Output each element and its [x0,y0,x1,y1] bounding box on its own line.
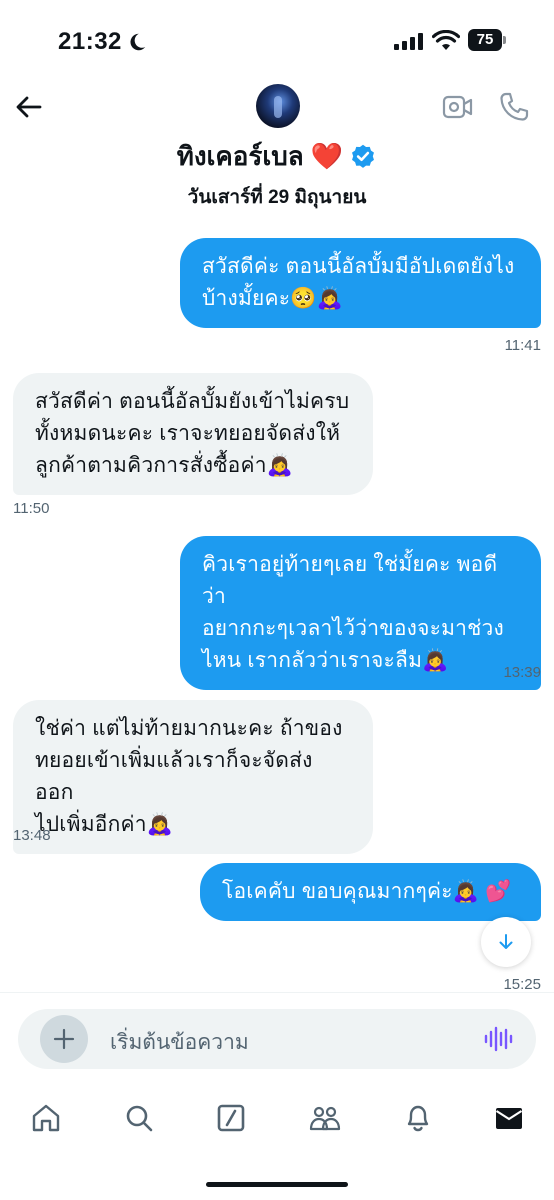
nav-messages[interactable] [491,1100,527,1136]
back-button[interactable] [12,90,46,124]
nav-search[interactable] [121,1100,157,1136]
video-call-button[interactable] [442,93,474,121]
message-bubble-incoming[interactable]: สวัสดีค่า ตอนนี้อัลบั้มยังเข้าไม่ครบ ทั้… [13,373,373,495]
composer-divider [0,992,554,993]
message-line: ทั้งหมดนะคะ เราจะทยอยจัดส่งให้ [35,422,341,445]
phone-icon [500,92,529,121]
signal-icon [394,32,423,50]
messages-icon [495,1108,523,1129]
status-time-text: 21:32 [58,28,122,55]
message-line: บ้างมั้ยคะ🥺🙇‍♀️ [202,287,343,310]
add-media-button[interactable] [40,1015,88,1063]
message-timestamp: 15:25 [503,976,541,993]
arrow-left-icon [16,96,42,118]
scroll-to-bottom-button[interactable] [481,917,531,967]
video-camera-icon [442,95,473,119]
message-bubble-outgoing[interactable]: สวัสดีค่ะ ตอนนี้อัลบั้มมีอัปเดตยังไง บ้า… [180,238,541,328]
message-timestamp: 11:41 [504,337,541,354]
nav-grok[interactable] [213,1100,249,1136]
plus-icon [53,1028,75,1050]
nav-notifications[interactable] [400,1100,436,1136]
status-time: 21:32 [58,28,148,56]
message-line: ไปเพิ่มอีกค่า🙇‍♀️ [35,813,174,836]
message-timestamp: 13:39 [503,664,541,681]
message-bubble-incoming[interactable]: ใช่ค่า แต่ไม่ท้ายมากนะคะ ถ้าของ ทยอยเข้า… [13,700,373,854]
moon-icon [130,33,146,51]
verified-badge-icon [352,144,375,168]
home-indicator [206,1182,348,1187]
message-line: สวัสดีค่ะ ตอนนี้อัลบั้มมีอัปเดตยังไง [202,255,515,278]
message-timestamp: 13:48 [13,827,51,844]
phone-call-button[interactable] [498,91,530,123]
notifications-icon [407,1105,429,1132]
message-line: ไหน เรากลัวว่าเราจะลืม🙇‍♀️ [202,649,449,672]
communities-icon [309,1106,341,1131]
message-line: ใช่ค่า แต่ไม่ท้ายมากนะคะ ถ้าของ [35,717,343,740]
battery-icon: 75 [468,29,506,51]
grok-icon [217,1104,245,1132]
message-line: คิวเราอยู่ท้ายๆเลย ใช่มั้ยคะ พอดีว่า [202,553,498,608]
message-input[interactable]: เริ่มต้นข้อความ [110,1026,249,1059]
message-composer[interactable]: เริ่มต้นข้อความ [18,1009,536,1069]
voice-message-icon[interactable] [483,1024,513,1054]
message-line: โอเคคับ ขอบคุณมากๆค่ะ🙇‍♀️ 💕 [222,880,512,903]
nav-home[interactable] [28,1100,64,1136]
battery-level: 75 [468,29,502,51]
arrow-down-icon [499,934,513,949]
contact-name-row[interactable]: ทิงเคอร์เบล ❤️ [0,136,554,177]
contact-name: ทิงเคอร์เบล ❤️ [176,141,344,171]
message-bubble-outgoing[interactable]: โอเคคับ ขอบคุณมากๆค่ะ🙇‍♀️ 💕 [200,863,541,921]
status-bar: 21:32 75 [0,0,554,80]
conversation-date: วันเสาร์ที่ 29 มิถุนายน [187,187,367,208]
message-line: ทยอยเข้าเพิ่มแล้วเราก็จะจัดส่งออก [35,749,313,804]
search-icon [126,1105,153,1132]
bottom-navigation [0,1090,554,1146]
message-line: สวัสดีค่า ตอนนี้อัลบั้มยังเข้าไม่ครบ [35,390,350,413]
wifi-icon [432,30,460,50]
message-timestamp: 11:50 [13,500,50,517]
nav-communities[interactable] [307,1100,343,1136]
home-icon [32,1104,60,1132]
message-line: อยากกะๆเวลาไว้ว่าของจะมาช่วง [202,617,505,640]
avatar[interactable] [256,84,300,128]
message-line: ลูกค้าตามคิวการสั่งซื้อค่า🙇‍♀️ [35,454,294,477]
